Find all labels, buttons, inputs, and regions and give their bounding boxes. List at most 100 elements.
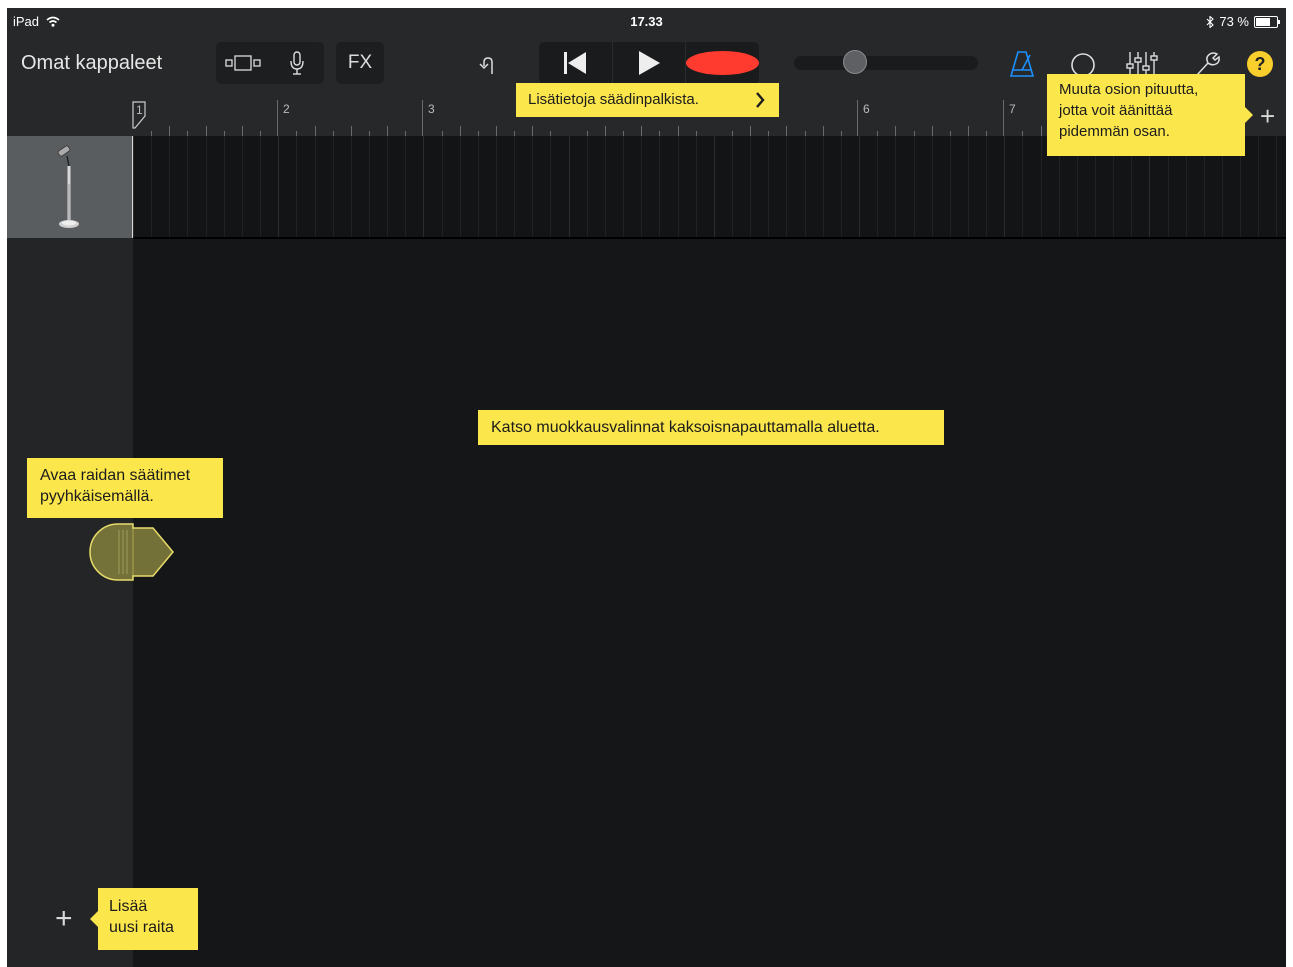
battery-percent: 73 %	[1219, 14, 1249, 29]
ruler-tick	[967, 126, 969, 136]
rewind-icon	[564, 52, 587, 74]
ruler-tick	[677, 126, 679, 136]
lane-grid-line	[822, 136, 824, 237]
bluetooth-icon	[1206, 15, 1215, 28]
lane-grid-line	[1022, 136, 1024, 237]
ruler-tick	[350, 126, 352, 136]
lane-grid-line	[859, 136, 860, 237]
lane-grid-line	[604, 136, 606, 237]
ruler-bar-label: 1	[136, 103, 143, 117]
lane-grid-line	[750, 136, 752, 237]
lane-grid-line	[659, 136, 661, 237]
tooltip-swipe-controls: Avaa raidan säätimet pyyhkäisemällä.	[27, 458, 223, 518]
help-icon: ?	[1254, 53, 1266, 74]
lane-grid-line	[459, 136, 461, 237]
lane-grid-line	[205, 136, 207, 237]
lane-grid-line	[314, 136, 316, 237]
garageband-screen: iPad 17.33 73 % Omat kappaleet FX ? 1 2 …	[7, 8, 1286, 967]
tooltip-add-track: Lisää uusi raita	[90, 888, 198, 950]
lane-grid-line	[296, 136, 298, 237]
record-icon	[686, 51, 760, 75]
tooltip-line: uusi raita	[109, 919, 174, 936]
ruler-tick	[1040, 126, 1042, 136]
microphone-button[interactable]	[270, 42, 324, 84]
undo-icon	[479, 57, 493, 74]
ruler-bar-3-line	[422, 100, 423, 136]
tooltip-pointer	[90, 911, 98, 927]
metronome-icon	[1009, 51, 1035, 77]
tooltip-line: Avaa raidan säätimet	[40, 467, 191, 484]
tooltip-control-bar[interactable]: Lisätietoja säädinpalkista.	[516, 83, 779, 117]
lane-grid-line	[477, 136, 479, 237]
my-songs-button[interactable]: Omat kappaleet	[21, 52, 162, 75]
tooltip-pointer	[1245, 107, 1253, 123]
ruler-bar-label: 3	[428, 102, 435, 116]
battery-icon	[1254, 15, 1280, 28]
record-button[interactable]	[686, 42, 760, 84]
lane-grid-line	[169, 136, 171, 237]
ruler-bar-6-line	[857, 100, 858, 136]
lane-grid-line	[986, 136, 987, 237]
ruler-tick	[241, 126, 243, 136]
tooltip-edit-region: Katso muokkausvalinnat kaksoisnapauttama…	[478, 410, 944, 445]
view-toggle-button[interactable]	[216, 42, 270, 84]
lane-grid-line	[441, 136, 443, 237]
lane-grid-line	[913, 136, 915, 237]
playhead-slider-knob[interactable]	[843, 50, 867, 74]
tooltip-line: pidemmän osan.	[1059, 123, 1170, 140]
rewind-button[interactable]	[539, 42, 613, 84]
lane-grid-line	[949, 136, 951, 237]
lane-grid-line	[260, 136, 261, 237]
status-time: 17.33	[630, 14, 663, 29]
section-length-plus-icon[interactable]: +	[1260, 101, 1275, 131]
lane-grid-line	[405, 136, 407, 237]
lane-grid-line	[586, 136, 588, 237]
ruler-tick	[750, 126, 752, 136]
track-header-audio-recorder[interactable]	[7, 136, 132, 238]
lane-grid-line	[1004, 136, 1006, 237]
ruler-tick	[459, 126, 461, 136]
mic-stand-icon	[57, 145, 79, 228]
lane-grid-line	[241, 136, 243, 237]
lane-grid-line	[550, 136, 552, 237]
tooltip-line: Lisää	[109, 898, 148, 915]
lane-grid-line	[423, 136, 425, 237]
lane-grid-line	[332, 136, 334, 237]
swipe-hint-icon	[89, 523, 174, 581]
play-button[interactable]	[613, 42, 687, 84]
ruler-bar-label: 2	[283, 102, 290, 116]
metronome-button[interactable]	[1009, 50, 1035, 78]
ruler-bar-label: 7	[1009, 102, 1016, 116]
tooltip-control-bar-text: Lisätietoja säädinpalkista.	[528, 91, 699, 108]
lane-grid-line	[877, 136, 879, 237]
ruler-tick	[641, 126, 643, 136]
tooltip-line: jotta voit äänittää	[1059, 102, 1173, 119]
ruler-bar-1: 1	[132, 101, 146, 129]
tooltip-line: pyyhkäisemällä.	[40, 488, 154, 505]
ruler-tick	[205, 126, 207, 136]
undo-button[interactable]	[477, 54, 503, 78]
lane-grid-line	[931, 136, 933, 237]
ruler-bar-2-line	[277, 100, 278, 136]
fx-button[interactable]: FX	[336, 42, 384, 84]
add-track-button[interactable]: +	[55, 904, 73, 934]
ruler-bar-7-line	[1003, 100, 1004, 136]
ruler-tick	[314, 126, 316, 136]
lane-grid-line	[1040, 136, 1042, 237]
lane-grid-line	[532, 136, 534, 237]
lane-grid-line	[786, 136, 788, 237]
status-right: 73 %	[1206, 14, 1280, 29]
lane-grid-line	[768, 136, 770, 237]
lane-grid-line	[713, 136, 715, 237]
playhead-slider-track[interactable]	[794, 56, 978, 70]
lane-grid-line	[223, 136, 225, 237]
lane-grid-line	[1258, 136, 1260, 237]
lane-grid-line	[895, 136, 897, 237]
lane-grid-line	[187, 136, 189, 237]
ruler-tick	[786, 126, 788, 136]
ruler-tick	[822, 126, 824, 136]
help-button[interactable]: ?	[1247, 51, 1273, 77]
ruler-tick	[169, 126, 171, 136]
chevron-right-icon	[756, 92, 765, 108]
lane-grid-line	[967, 136, 969, 237]
